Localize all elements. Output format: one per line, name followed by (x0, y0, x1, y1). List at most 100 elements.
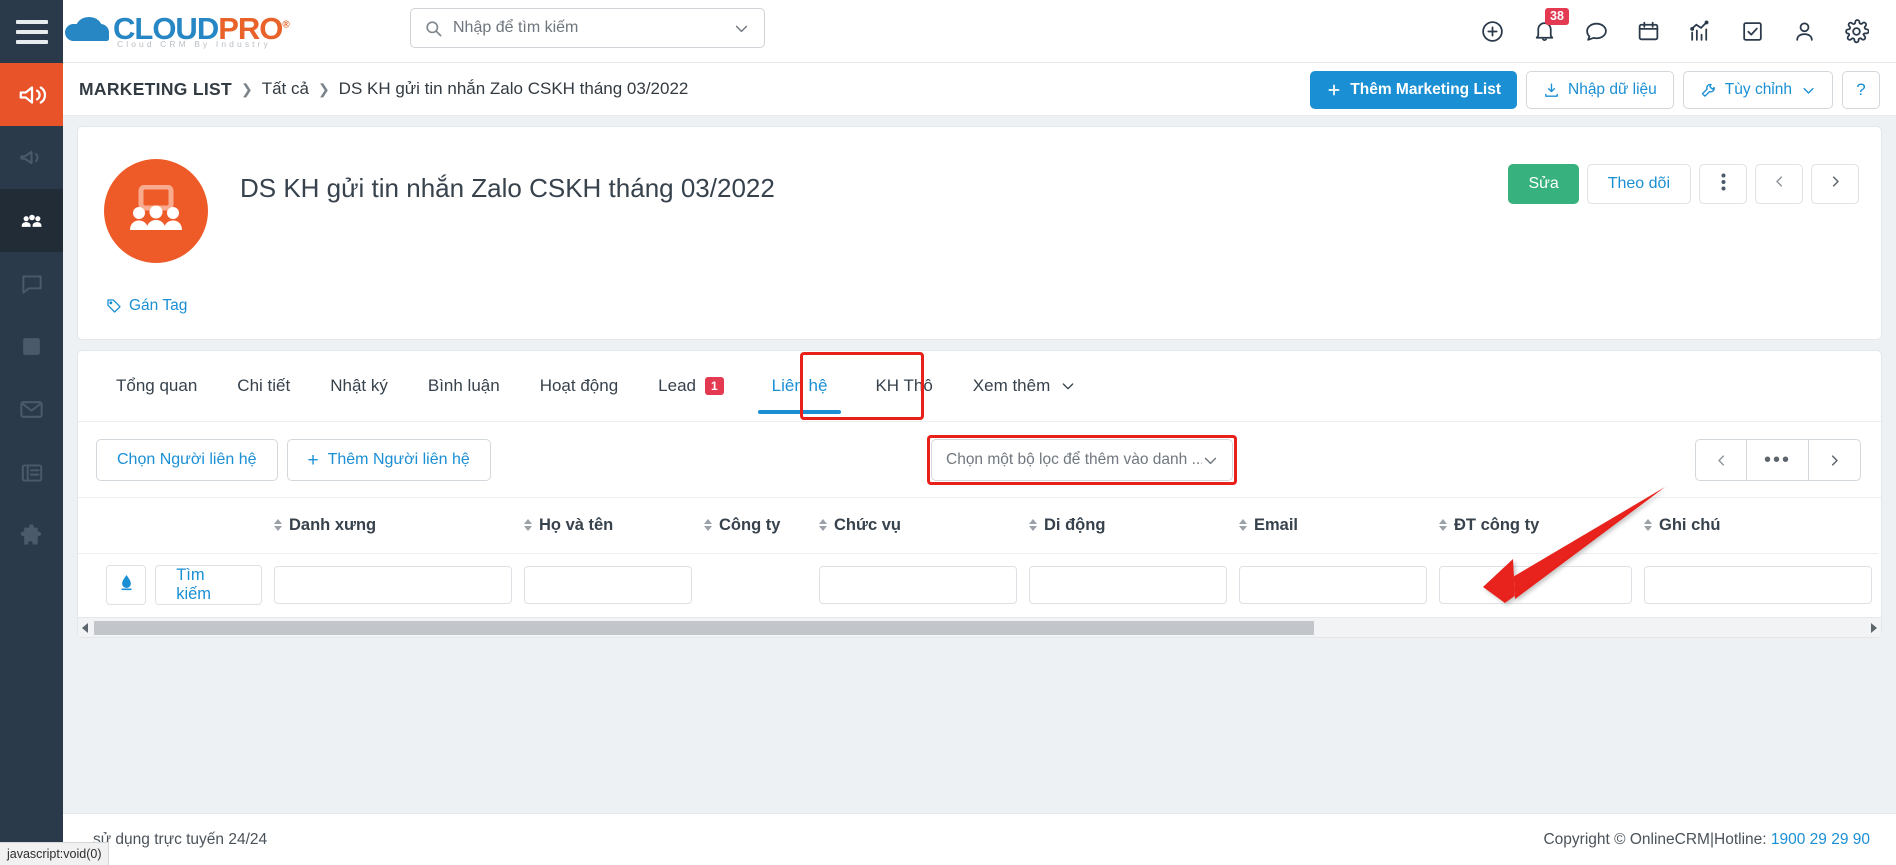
tab-binh-luan[interactable]: Bình luận (408, 351, 520, 421)
col-label: Di động (1044, 515, 1106, 534)
filter-input-ho-va-ten[interactable] (524, 566, 692, 605)
record-actions: Sửa Theo dõi (1508, 164, 1859, 204)
tab-label: Nhật ký (330, 376, 388, 395)
search-icon (424, 19, 443, 38)
filter-input-dt-cong-ty[interactable] (1439, 566, 1632, 605)
tab-label: Lead (658, 376, 696, 395)
col-label: Công ty (719, 515, 781, 534)
table-body: Tìm kiếm (78, 553, 1878, 617)
pagination-next-button[interactable] (1809, 439, 1861, 481)
footer-hotline-number[interactable]: 1900 29 29 90 (1771, 831, 1870, 848)
tab-kh-tho[interactable]: KH Thô (855, 351, 952, 421)
col-label: Email (1254, 515, 1299, 534)
sidebar-item-marketing[interactable] (0, 126, 63, 189)
col-ghi-chu[interactable]: Ghi chú (1638, 498, 1878, 554)
col-danh-xung[interactable]: Danh xưng (268, 498, 518, 554)
help-button[interactable]: ? (1842, 71, 1880, 109)
next-record-button[interactable] (1811, 164, 1859, 204)
tab-xem-them[interactable]: Xem thêm (953, 351, 1096, 421)
bell-icon[interactable]: 38 (1518, 0, 1570, 63)
plus-icon: + (307, 449, 319, 471)
sidebar-item-chat[interactable] (0, 252, 63, 315)
search-button[interactable]: Tìm kiếm (155, 565, 262, 606)
sort-icon[interactable] (1239, 519, 1247, 532)
sort-icon[interactable] (1029, 519, 1037, 532)
previous-record-button[interactable] (1755, 164, 1803, 204)
add-contact-button[interactable]: + Thêm Người liên hệ (286, 439, 491, 481)
col-email[interactable]: Email (1233, 498, 1433, 554)
plus-icon (1326, 82, 1342, 98)
customize-button[interactable]: Tùy chỉnh (1682, 71, 1833, 109)
tab-lead-count: 1 (704, 377, 724, 395)
filter-input-chuc-vu[interactable] (819, 566, 1017, 605)
chevron-down-icon (1202, 452, 1219, 469)
filter-select[interactable]: Chọn một bộ lọc để thêm vào danh ... (931, 439, 1233, 481)
follow-label: Theo dõi (1607, 175, 1670, 192)
breadcrumb-separator: ❯ (240, 80, 253, 97)
import-data-button[interactable]: Nhập dữ liệu (1526, 71, 1674, 109)
scroll-right-arrow[interactable] (1865, 622, 1881, 633)
sort-icon[interactable] (274, 519, 282, 532)
choose-contact-button[interactable]: Chọn Người liên hệ (96, 439, 278, 481)
col-dt-cong-ty[interactable]: ĐT công ty (1433, 498, 1638, 554)
more-actions-button[interactable] (1699, 164, 1747, 204)
tab-nhat-ky[interactable]: Nhật ký (310, 351, 408, 421)
sort-icon[interactable] (819, 519, 827, 532)
chevron-down-icon[interactable] (733, 20, 750, 37)
tab-tong-quan[interactable]: Tổng quan (96, 351, 217, 421)
tab-lead[interactable]: Lead 1 (638, 351, 744, 421)
col-cong-ty[interactable]: Công ty (698, 498, 813, 554)
search-input[interactable] (453, 19, 733, 37)
app-logo[interactable]: CLOUDPRO® Cloud CRM By Industry (65, 0, 305, 63)
horizontal-scrollbar[interactable] (78, 617, 1881, 637)
sort-icon[interactable] (1644, 519, 1652, 532)
add-marketing-list-button[interactable]: Thêm Marketing List (1310, 71, 1517, 109)
help-icon: ? (1856, 80, 1866, 99)
filter-input-danh-xung[interactable] (274, 566, 512, 605)
col-di-dong[interactable]: Di động (1023, 498, 1233, 554)
sort-icon[interactable] (524, 519, 532, 532)
sidebar-item-campaign[interactable] (0, 63, 63, 126)
calendar-icon[interactable] (1622, 0, 1674, 63)
sidebar-item-book[interactable] (0, 315, 63, 378)
assign-tag-link[interactable]: Gán Tag (106, 297, 187, 315)
scrollbar-track[interactable] (94, 620, 1865, 635)
task-icon[interactable] (1726, 0, 1778, 63)
tab-chi-tiet[interactable]: Chi tiết (217, 351, 310, 421)
sort-icon[interactable] (1439, 519, 1447, 532)
sidebar-item-plugins[interactable] (0, 504, 63, 567)
global-search[interactable] (410, 8, 765, 48)
col-actions (78, 498, 268, 554)
filter-input-di-dong[interactable] (1029, 566, 1227, 605)
follow-button[interactable]: Theo dõi (1586, 164, 1691, 204)
sidebar-item-email[interactable] (0, 378, 63, 441)
filter-select-value: Chọn một bộ lọc để thêm vào danh ... (946, 451, 1202, 468)
gear-icon[interactable] (1830, 0, 1882, 63)
mail-icon (18, 396, 45, 423)
sidebar-item-catalog[interactable] (0, 441, 63, 504)
breadcrumb-root[interactable]: MARKETING LIST (79, 79, 232, 100)
tab-lien-he[interactable]: Liên hệ (744, 351, 856, 421)
chart-icon[interactable] (1674, 0, 1726, 63)
col-chuc-vu[interactable]: Chức vụ (813, 498, 1023, 554)
breadcrumb-level2[interactable]: Tất cả (262, 79, 309, 99)
tab-label: Chi tiết (237, 376, 291, 395)
sort-icon[interactable] (704, 519, 712, 532)
pagination-more-button[interactable]: ••• (1747, 439, 1809, 481)
scrollbar-thumb[interactable] (94, 620, 1314, 635)
user-icon[interactable] (1778, 0, 1830, 63)
edit-button[interactable]: Sửa (1508, 164, 1579, 204)
add-icon[interactable] (1466, 0, 1518, 63)
sidebar-item-list[interactable] (0, 189, 63, 252)
col-ho-va-ten[interactable]: Họ và tên (518, 498, 698, 554)
pagination-prev-button[interactable] (1695, 439, 1747, 481)
tab-label: Tổng quan (116, 376, 198, 395)
filter-input-ghi-chu[interactable] (1644, 566, 1872, 605)
clear-filters-button[interactable] (106, 565, 147, 606)
menu-toggle-button[interactable] (0, 0, 63, 63)
puzzle-icon (18, 522, 45, 549)
scroll-left-arrow[interactable] (78, 622, 94, 633)
tab-hoat-dong[interactable]: Hoạt động (520, 351, 638, 421)
chat-icon[interactable] (1570, 0, 1622, 63)
filter-input-email[interactable] (1239, 566, 1427, 605)
